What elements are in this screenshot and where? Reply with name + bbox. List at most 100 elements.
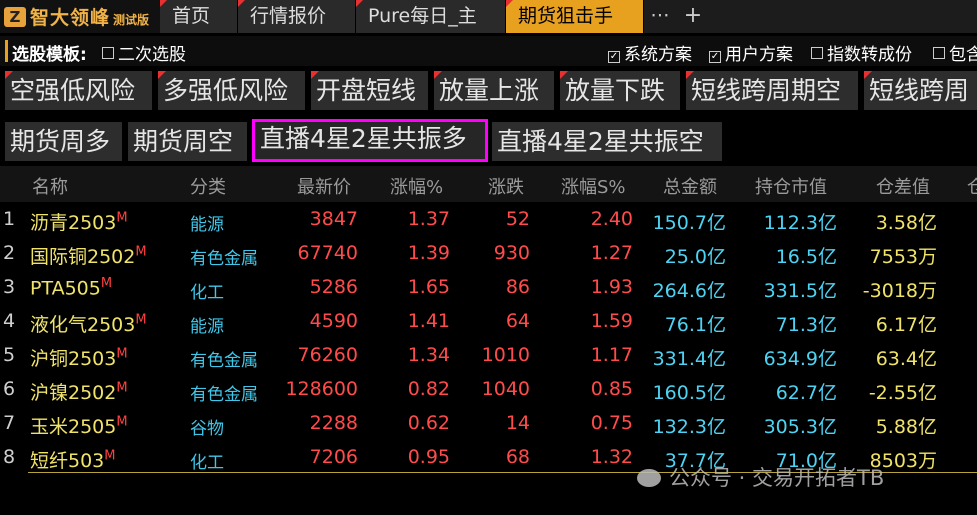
total-amount: 331.4亿 — [652, 348, 726, 370]
strategy-button[interactable]: 开盘短线 — [311, 71, 428, 110]
wechat-icon — [637, 469, 661, 487]
col-category[interactable]: 分类 — [190, 173, 226, 199]
strategy-button[interactable]: 多强低风险 — [158, 71, 305, 110]
change: 64 — [505, 310, 530, 332]
checkbox-icon[interactable] — [102, 47, 114, 59]
change-s-pct: 1.17 — [590, 344, 633, 366]
change: 14 — [505, 412, 530, 434]
strategy-button[interactable]: 短线跨周期空 — [686, 71, 858, 110]
table-row[interactable]: 1 沥青2503M 能源 3847 1.37 52 2.40 150.7亿 112.3亿 3.58… — [0, 203, 977, 237]
oi-value: 112.3亿 — [763, 212, 837, 234]
col-change-pct[interactable]: 涨幅% — [390, 173, 443, 199]
checkbox-icon[interactable] — [811, 47, 823, 59]
top-tab-bar: Z 智大领峰 测试版 首页 行情报价 Pure每日_主 期货狙击手 ⋯ + — [0, 0, 977, 33]
strategy-button[interactable]: 期货周多 — [5, 122, 122, 161]
change-s-pct: 1.27 — [590, 242, 633, 264]
option-system-plan[interactable]: ✓ 系统方案 — [608, 40, 692, 65]
oi-diff: 7553万 — [869, 246, 937, 268]
change-s-pct: 1.93 — [590, 276, 633, 298]
contract-name: 玉米2505M — [30, 412, 185, 439]
col-oi-truncated[interactable]: 仓 — [967, 173, 977, 199]
col-last-price[interactable]: 最新价 — [297, 173, 351, 199]
strategy-button[interactable]: 空强低风险 — [5, 71, 152, 110]
change-pct: 1.39 — [407, 242, 450, 264]
total-amount: 25.0亿 — [664, 246, 726, 268]
corner-marker-icon — [158, 71, 166, 79]
selector-title: 选股模板: — [12, 45, 87, 65]
strategy-button-selected[interactable]: 直播4星2星共振多 — [252, 119, 488, 162]
col-change[interactable]: 涨跌 — [488, 173, 524, 199]
change-s-pct: 2.40 — [590, 208, 633, 230]
change-pct: 1.37 — [407, 208, 450, 230]
option-include[interactable]: 包含 — [933, 40, 977, 65]
change: 1040 — [481, 378, 530, 400]
checkbox-checked-icon[interactable]: ✓ — [709, 51, 721, 63]
strategy-button[interactable]: 放量下跌 — [560, 71, 680, 110]
change: 68 — [505, 446, 530, 468]
col-oi-value[interactable]: 持仓市值 — [755, 173, 827, 199]
main-contract-mark: M — [116, 380, 128, 396]
change-pct: 1.41 — [407, 310, 450, 332]
tab-pure-daily[interactable]: Pure每日_主 — [356, 0, 506, 33]
contract-name-text: 沪铜2503 — [30, 348, 117, 370]
table-row[interactable]: 3 PTA505M 化工 5286 1.65 86 1.93 264.6亿 331.5亿 -301… — [0, 271, 977, 305]
row-index: 8 — [3, 446, 16, 468]
col-total-amount[interactable]: 总金额 — [663, 173, 717, 199]
oi-value: 305.3亿 — [763, 416, 837, 438]
strategy-button[interactable]: 期货周空 — [128, 122, 247, 161]
option-secondary-select[interactable]: 二次选股 — [102, 40, 186, 65]
checkbox-icon[interactable] — [933, 47, 945, 59]
table-row[interactable]: 2 国际铜2502M 有色金属 67740 1.39 930 1.27 25.0亿 16.5亿 7… — [0, 237, 977, 271]
oi-diff: 6.17亿 — [875, 314, 937, 336]
row-index: 7 — [3, 412, 16, 434]
row-index: 4 — [3, 310, 16, 332]
contract-name-text: 国际铜2502 — [30, 246, 136, 268]
change: 930 — [493, 242, 530, 264]
app-edition: 测试版 — [113, 12, 150, 27]
oi-value: 16.5亿 — [775, 246, 837, 268]
tab-home[interactable]: 首页 — [160, 0, 238, 33]
change-pct: 0.95 — [407, 446, 450, 468]
table-row[interactable]: 5 沪铜2503M 有色金属 76260 1.34 1010 1.17 331.4亿 634.9… — [0, 339, 977, 373]
main-contract-mark: M — [104, 448, 116, 464]
strategy-button[interactable]: 直播4星2星共振空 — [492, 122, 722, 161]
option-index-to-components[interactable]: 指数转成份 — [811, 40, 912, 65]
table-row[interactable]: 7 玉米2505M 谷物 2288 0.62 14 0.75 132.3亿 305.3亿 5.88… — [0, 407, 977, 441]
tab-quotes[interactable]: 行情报价 — [238, 0, 356, 33]
tab-marker-icon — [356, 0, 363, 7]
contract-name-text: 沥青2503 — [30, 212, 117, 234]
strategy-button[interactable]: 短线跨周 — [864, 71, 977, 110]
corner-marker-icon — [5, 71, 13, 79]
strategy-button[interactable]: 放量上涨 — [434, 71, 554, 110]
change-pct: 1.34 — [407, 344, 450, 366]
col-change-s-pct[interactable]: 涨幅S% — [561, 173, 626, 199]
option-user-plan[interactable]: ✓ 用户方案 — [709, 40, 793, 65]
tab-futures-sniper[interactable]: 期货狙击手 — [506, 0, 644, 33]
change-s-pct: 0.75 — [590, 412, 633, 434]
add-tab-icon[interactable]: + — [683, 0, 703, 33]
oi-diff: 63.4亿 — [875, 348, 937, 370]
app-name: 智大领峰 — [30, 7, 111, 29]
contract-name: PTA505M — [30, 276, 185, 299]
row-index: 3 — [3, 276, 16, 298]
table-row[interactable]: 4 液化气2503M 能源 4590 1.41 64 1.59 76.1亿 71.3亿 6.17亿 — [0, 305, 977, 339]
contract-name: 液化气2503M — [30, 310, 185, 337]
table-row[interactable]: 6 沪镍2502M 有色金属 128600 0.82 1040 0.85 160.5亿 62.7… — [0, 373, 977, 407]
total-amount: 160.5亿 — [652, 382, 726, 404]
col-oi-diff[interactable]: 仓差值 — [876, 173, 930, 199]
contract-name: 短纤503M — [30, 446, 185, 473]
change-s-pct: 1.59 — [590, 310, 633, 332]
more-tabs-icon[interactable]: ⋯ — [650, 0, 670, 33]
total-amount: 150.7亿 — [652, 212, 726, 234]
col-name[interactable]: 名称 — [32, 173, 68, 199]
main-contract-mark: M — [100, 276, 113, 291]
corner-marker-icon — [864, 71, 872, 79]
contract-name-text: 液化气2503 — [30, 314, 136, 336]
contract-name: 沪铜2503M — [30, 344, 185, 371]
row-index: 1 — [3, 208, 16, 230]
oi-diff: -3018万 — [862, 280, 937, 302]
last-price: 7206 — [309, 446, 358, 468]
checkbox-checked-icon[interactable]: ✓ — [608, 51, 620, 63]
last-price: 128600 — [285, 378, 358, 400]
last-price: 4590 — [309, 310, 358, 332]
